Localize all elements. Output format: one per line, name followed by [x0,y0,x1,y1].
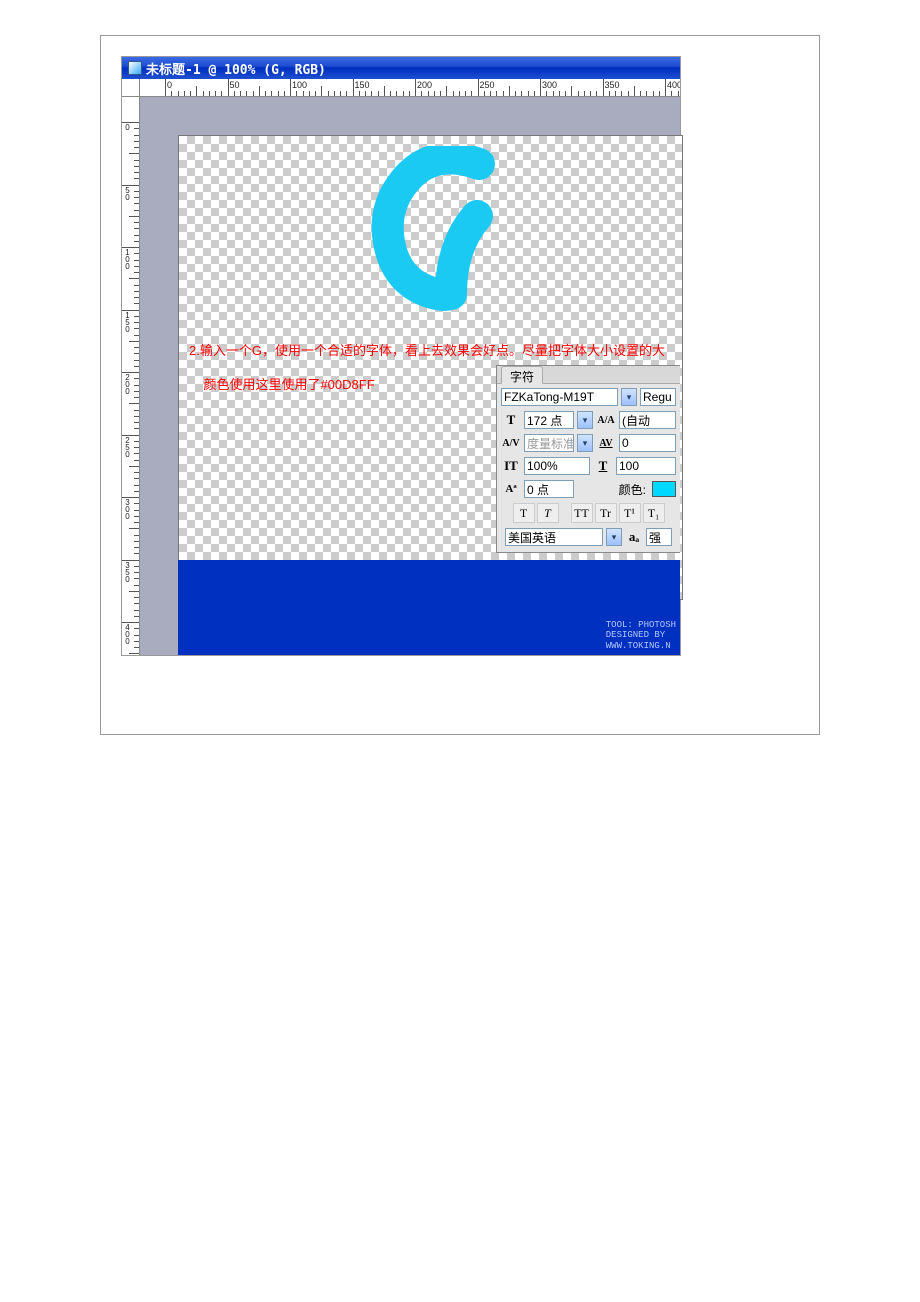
kerning-dropdown[interactable]: ▾ [577,434,593,452]
font-family-field[interactable]: FZKaTong-M19T [501,388,618,406]
font-size-dropdown[interactable]: ▾ [577,411,593,429]
text-style-buttons: TTTTTrT¹T₁ [501,503,676,523]
antialias-field[interactable]: 强 [646,528,672,546]
bottom-bar [178,560,680,655]
character-tab[interactable]: 字符 [501,366,543,384]
baseline-field[interactable]: 0 点 [524,480,574,498]
vscale-field[interactable]: 100% [524,457,590,475]
color-swatch[interactable] [652,481,676,497]
text-style-button[interactable]: T₁ [643,503,665,523]
vertical-ruler[interactable]: 050100150200250300350400 [122,97,140,655]
text-style-button[interactable]: TT [571,503,593,523]
hscale-field[interactable]: 100 [616,457,676,475]
leading-field[interactable]: (自动 [619,411,676,429]
photoshop-window: 未标题-1 @ 100% (G, RGB) 050100150200250300… [121,56,681,656]
horizontal-ruler[interactable]: 050100150200250300350400 [140,79,680,97]
hscale-icon: T [593,457,613,475]
ruler-corner [122,79,140,97]
title-bar[interactable]: 未标题-1 @ 100% (G, RGB) [122,57,680,79]
antialias-icon: aₐ [625,528,643,546]
font-style-field[interactable]: Regu [640,388,676,406]
app-icon [128,61,142,75]
character-panel[interactable]: 字符 FZKaTong-M19T ▾ Regu T 172 点 ▾ A/A [496,365,680,553]
language-field[interactable]: 美国英语 [505,528,603,546]
font-size-icon: T [501,411,521,429]
kerning-icon: A/V [501,434,521,452]
text-style-button[interactable]: T [513,503,535,523]
leading-icon: A/A [596,411,616,429]
text-style-button[interactable]: T [537,503,559,523]
font-size-field[interactable]: 172 点 [524,411,574,429]
canvas-area: 2.输入一个G，使用一个合适的字体，看上去效果会好点。尽量把字体大小设置的大 颜… [140,97,680,655]
kerning-field[interactable]: 度量标准 [524,434,574,452]
window-title: 未标题-1 @ 100% (G, RGB) [146,59,326,78]
text-style-button[interactable]: Tr [595,503,617,523]
baseline-icon: Aª [501,480,521,498]
credit-text: TOOL: PHOTOSH DESIGNED BY WWW.TOKING.N [606,620,676,651]
language-dropdown[interactable]: ▾ [606,528,622,546]
vscale-icon: IT [501,457,521,475]
tracking-field[interactable]: 0 [619,434,676,452]
font-family-dropdown[interactable]: ▾ [621,388,637,406]
tracking-icon: AV [596,434,616,452]
color-label: 颜色: [577,481,649,498]
letter-g-shape [359,146,529,316]
text-style-button[interactable]: T¹ [619,503,641,523]
